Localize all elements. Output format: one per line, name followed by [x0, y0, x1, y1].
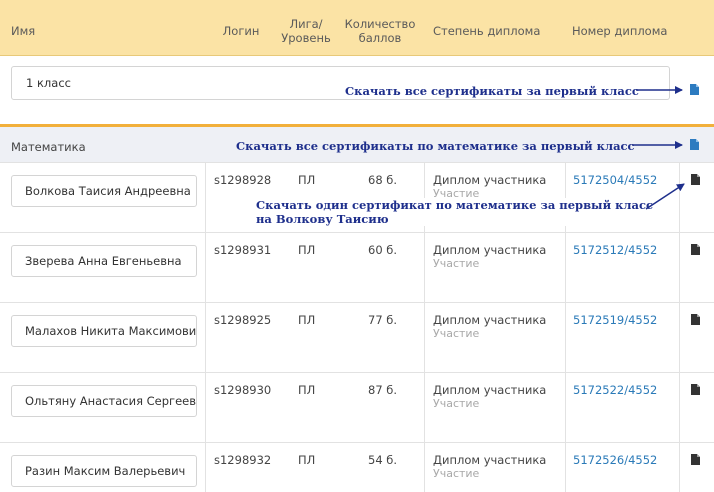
student-name-field[interactable]: Волкова Таисия Андреевна	[11, 175, 197, 207]
student-name-field[interactable]: Малахов Никита Максимови	[11, 315, 197, 347]
table-row: Зверева Анна Евгеньевна s1298931 ПЛ 60 б…	[0, 232, 714, 302]
col-league-line1: Лига/	[289, 17, 323, 31]
diploma-number-link[interactable]: 5172504/4552	[573, 173, 657, 187]
col-score: Количество баллов	[338, 17, 422, 45]
download-file-icon[interactable]	[691, 314, 700, 325]
col-login: Логин	[222, 24, 260, 38]
callout-download-all-subject: Скачать все сертификаты по математике за…	[236, 139, 635, 153]
diploma-number-link[interactable]: 5172526/4552	[573, 453, 657, 467]
table-row: Малахов Никита Максимови s1298925 ПЛ 77 …	[0, 302, 714, 372]
student-score: 60 б.	[368, 243, 398, 257]
col-score-line1: Количество	[344, 17, 416, 31]
column-divider	[565, 233, 566, 302]
col-league-line2: Уровень	[281, 31, 331, 45]
student-score: 68 б.	[368, 173, 398, 187]
diploma-number-link[interactable]: 5172522/4552	[573, 383, 657, 397]
subject-label: Математика	[11, 140, 86, 154]
download-file-icon[interactable]	[691, 384, 700, 395]
column-divider	[565, 373, 566, 442]
col-degree: Степень диплома	[433, 24, 541, 38]
degree-text: Диплом участника	[433, 243, 547, 257]
student-name: Ольтяну Анастасия Сергееви	[25, 394, 197, 408]
column-divider	[424, 443, 425, 492]
col-number: Номер диплома	[572, 24, 668, 38]
callout-download-one: Скачать один сертификат по математике за…	[254, 198, 655, 226]
diploma-number-link[interactable]: 5172519/4552	[573, 313, 657, 327]
column-divider	[679, 303, 680, 372]
callout-download-all-class: Скачать все сертификаты за первый класс	[345, 84, 639, 98]
degree-subtext: Участие	[433, 397, 480, 410]
download-file-icon[interactable]	[691, 244, 700, 255]
student-league: ПЛ	[298, 383, 316, 397]
callout-download-one-line1: Скачать один сертификат по математике за…	[256, 198, 653, 212]
student-score: 87 б.	[368, 383, 398, 397]
degree-text: Диплом участника	[433, 173, 547, 187]
column-divider	[565, 443, 566, 492]
column-divider	[205, 303, 206, 372]
student-degree: Диплом участника Участие	[433, 243, 546, 271]
student-league: ПЛ	[298, 453, 316, 467]
degree-subtext: Участие	[433, 467, 480, 480]
column-divider	[679, 373, 680, 442]
student-degree: Диплом участника Участие	[433, 173, 546, 201]
column-divider	[565, 303, 566, 372]
table-row: Ольтяну Анастасия Сергееви s1298930 ПЛ 8…	[0, 372, 714, 442]
student-score: 77 б.	[368, 313, 398, 327]
student-league: ПЛ	[298, 243, 316, 257]
student-login: s1298925	[214, 313, 272, 327]
degree-subtext: Участие	[433, 327, 480, 340]
download-class-file-icon[interactable]	[690, 84, 699, 95]
column-divider	[679, 233, 680, 302]
col-score-line2: баллов	[358, 31, 402, 45]
student-login: s1298931	[214, 243, 272, 257]
student-degree: Диплом участника Участие	[433, 383, 546, 411]
student-login: s1298932	[214, 453, 272, 467]
student-league: ПЛ	[298, 173, 316, 187]
column-divider	[205, 163, 206, 232]
column-divider	[679, 443, 680, 492]
student-login: s1298928	[214, 173, 272, 187]
student-name: Волкова Таисия Андреевна	[25, 184, 191, 198]
table-row: Разин Максим Валерьевич s1298932 ПЛ 54 б…	[0, 442, 714, 492]
column-divider	[679, 163, 680, 232]
student-name: Зверева Анна Евгеньевна	[25, 254, 182, 268]
class-group-label: 1 класс	[26, 76, 71, 90]
column-divider	[205, 233, 206, 302]
student-name: Малахов Никита Максимови	[25, 324, 197, 338]
degree-subtext: Участие	[433, 257, 480, 270]
degree-text: Диплом участника	[433, 453, 547, 467]
student-name-field[interactable]: Разин Максим Валерьевич	[11, 455, 197, 487]
diploma-number-link[interactable]: 5172512/4552	[573, 243, 657, 257]
col-name: Имя	[11, 24, 36, 38]
column-divider	[424, 303, 425, 372]
column-divider	[424, 373, 425, 442]
student-league: ПЛ	[298, 313, 316, 327]
download-file-icon[interactable]	[691, 454, 700, 465]
download-subject-file-icon[interactable]	[690, 139, 699, 150]
col-league: Лига/ Уровень	[276, 17, 336, 45]
student-degree: Диплом участника Участие	[433, 453, 546, 481]
callout-download-one-line2: на Волкову Таисию	[256, 212, 389, 226]
degree-text: Диплом участника	[433, 383, 547, 397]
table-header: Имя Логин Лига/ Уровень Количество балло…	[0, 0, 714, 56]
student-degree: Диплом участника Участие	[433, 313, 546, 341]
student-score: 54 б.	[368, 453, 398, 467]
student-name: Разин Максим Валерьевич	[25, 464, 186, 478]
column-divider	[424, 233, 425, 302]
degree-text: Диплом участника	[433, 313, 547, 327]
student-name-field[interactable]: Зверева Анна Евгеньевна	[11, 245, 197, 277]
student-login: s1298930	[214, 383, 272, 397]
student-name-field[interactable]: Ольтяну Анастасия Сергееви	[11, 385, 197, 417]
column-divider	[205, 373, 206, 442]
column-divider	[205, 443, 206, 492]
download-file-icon[interactable]	[691, 174, 700, 185]
